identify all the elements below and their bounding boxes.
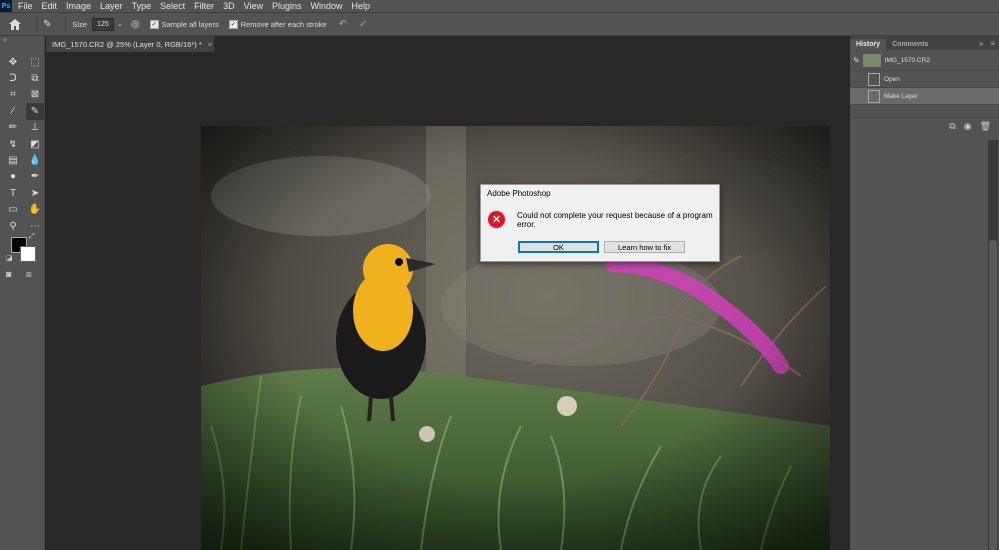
home-button[interactable] <box>0 18 30 30</box>
object-select-tool-icon[interactable]: ⧉ <box>26 70 44 86</box>
healing-brush-tool-icon[interactable]: ✎ <box>43 19 51 30</box>
divider <box>36 17 37 31</box>
brush-tool-icon[interactable]: ✏ <box>4 120 22 136</box>
eraser-tool-icon[interactable]: ◩ <box>26 136 44 152</box>
commit-check-icon[interactable]: ✓ <box>359 19 367 30</box>
swap-colors-icon[interactable]: ⤢ <box>29 233 35 241</box>
collapse-panel-icon[interactable]: » <box>976 37 986 50</box>
clone-stamp-tool-icon[interactable]: ⊥ <box>26 120 44 136</box>
background-color-swatch[interactable] <box>20 246 36 262</box>
hand-tool-icon[interactable]: ✋ <box>26 202 44 218</box>
photoshop-logo-icon: Ps <box>0 0 12 12</box>
crop-tool-icon[interactable]: ⌗ <box>4 87 22 103</box>
panel-menu-icon[interactable]: ≡ <box>986 37 999 50</box>
menu-help[interactable]: Help <box>352 1 371 11</box>
chevron-down-icon[interactable]: ⌄ <box>117 20 123 28</box>
size-input[interactable]: 125 <box>91 17 114 31</box>
ok-button[interactable]: OK <box>518 241 599 253</box>
history-snapshot[interactable]: ✎ IMG_1570.CR2 <box>850 50 999 71</box>
menu-file[interactable]: File <box>18 1 33 11</box>
tab-comments[interactable]: Comments <box>886 39 934 50</box>
zoom-tool-icon[interactable]: ⚲ <box>4 218 22 234</box>
history-empty-space <box>850 105 999 117</box>
history-state-label: Open <box>884 75 900 83</box>
quick-mask-icon[interactable]: ◙ <box>6 269 11 279</box>
trash-icon[interactable]: 🗑 <box>980 121 991 132</box>
menu-layer[interactable]: Layer <box>100 1 123 11</box>
healing-brush-tool-icon[interactable]: ✎ <box>26 103 44 120</box>
document-icon <box>868 89 880 103</box>
tools-panel: « ✥ ⬚ ᑐ ⧉ ⌗ ⊠ ⁄ ✎ ✏ ⊥ ↯ ◩ ▤ 💧 ● ✒ T ➤ ▭ … <box>0 36 45 550</box>
divider <box>65 17 67 31</box>
sample-all-layers-checkbox[interactable]: ✓ <box>149 19 159 29</box>
rectangle-tool-icon[interactable]: ▭ <box>4 202 22 218</box>
document-tab[interactable]: IMG_1570.CR2 @ 25% (Layer 0, RGB/16*) * … <box>46 36 214 52</box>
dodge-tool-icon[interactable]: ● <box>4 169 22 185</box>
history-brush-tool-icon[interactable]: ↯ <box>4 136 22 152</box>
pen-tool-icon[interactable]: ✒ <box>26 169 44 185</box>
lasso-tool-icon[interactable]: ᑐ <box>4 70 22 86</box>
panel-tabs: History Comments » ≡ <box>850 36 999 50</box>
document-tab-title: IMG_1570.CR2 @ 25% (Layer 0, RGB/16*) * <box>52 39 202 49</box>
history-state-label: Make Layer <box>884 92 918 100</box>
default-colors-icon[interactable]: ◪ <box>6 254 13 262</box>
error-icon: ✕ <box>488 211 505 228</box>
error-message: Could not complete your request because … <box>517 211 713 229</box>
size-label: Size <box>72 19 87 29</box>
home-icon <box>9 18 21 30</box>
history-footer: ⧉ ◉ 🗑 <box>850 117 999 134</box>
gradient-tool-icon[interactable]: ▤ <box>4 152 22 168</box>
menu-window[interactable]: Window <box>311 1 343 11</box>
history-panel: History Comments » ≡ ✎ IMG_1570.CR2 Open… <box>850 36 999 550</box>
screen-mode-icon[interactable]: ⧈ <box>26 269 32 280</box>
path-selection-tool-icon[interactable]: ➤ <box>26 185 44 201</box>
history-state[interactable]: Open <box>850 71 999 88</box>
pressure-size-icon[interactable]: ◎ <box>131 19 140 30</box>
marquee-tool-icon[interactable]: ⬚ <box>26 54 44 70</box>
document-icon <box>868 72 880 86</box>
learn-how-to-fix-button[interactable]: Learn how to fix <box>604 241 685 253</box>
scrollbar-thumb[interactable] <box>989 240 997 550</box>
menu-edit[interactable]: Edit <box>42 1 58 11</box>
canvas-scrollbar[interactable] <box>988 140 998 550</box>
menu-view[interactable]: View <box>244 1 263 11</box>
type-tool-icon[interactable]: T <box>4 185 22 201</box>
dialog-title: Adobe Photoshop <box>487 189 551 198</box>
eyedropper-tool-icon[interactable]: ⁄ <box>4 103 22 119</box>
remove-after-stroke-checkbox[interactable]: ✓ <box>228 19 238 29</box>
new-document-from-state-icon[interactable]: ⧉ <box>949 121 955 132</box>
menu-bar: Ps File Edit Image Layer Type Select Fil… <box>0 0 999 12</box>
frame-tool-icon[interactable]: ⊠ <box>26 87 44 103</box>
more-tools-icon[interactable]: ⋯ <box>26 218 44 234</box>
menu-select[interactable]: Select <box>160 1 185 11</box>
tab-history[interactable]: History <box>850 39 887 50</box>
camera-icon[interactable]: ◉ <box>964 121 972 132</box>
collapse-arrows-icon[interactable]: « <box>3 37 7 44</box>
snapshot-label: IMG_1570.CR2 <box>884 56 930 64</box>
history-state-selected[interactable]: Make Layer <box>850 88 999 105</box>
menu-type[interactable]: Type <box>132 1 152 11</box>
remove-after-stroke-label: Remove after each stroke <box>240 19 327 29</box>
menu-image[interactable]: Image <box>66 1 91 11</box>
menu-3d[interactable]: 3D <box>223 1 235 11</box>
close-icon[interactable]: × <box>208 40 212 49</box>
undo-icon[interactable]: ↶ <box>339 19 347 30</box>
sample-all-layers-label: Sample all layers <box>161 19 219 29</box>
menu-plugins[interactable]: Plugins <box>272 1 302 11</box>
error-dialog: Adobe Photoshop ✕ Could not complete you… <box>480 184 720 262</box>
blur-tool-icon[interactable]: 💧 <box>26 152 44 168</box>
options-bar: ✎ Size 125 ⌄ ◎ ✓ Sample all layers ✓ Rem… <box>0 12 999 36</box>
menu-filter[interactable]: Filter <box>194 1 214 11</box>
move-tool-icon[interactable]: ✥ <box>4 54 22 70</box>
snapshot-thumbnail <box>862 53 881 67</box>
history-brush-source-icon[interactable]: ✎ <box>853 56 860 65</box>
